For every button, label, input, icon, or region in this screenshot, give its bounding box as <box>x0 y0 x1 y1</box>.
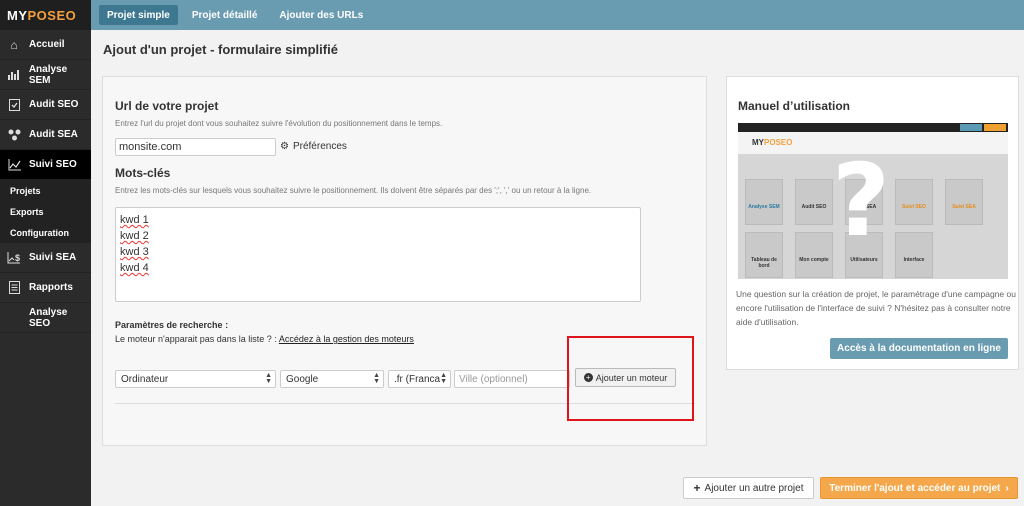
preview-card: Interface <box>895 232 933 278</box>
preview-card: Suivi SEA <box>945 179 983 225</box>
engine-select-value: Google <box>286 373 319 385</box>
sidebar-item-analyse-sem[interactable]: Analyse SEM <box>0 60 91 90</box>
select-arrows-icon: ▲ ▼ <box>440 372 447 385</box>
finish-and-open-project-button[interactable]: Terminer l'ajout et accéder au projet › <box>820 477 1018 499</box>
home-icon: ⌂ <box>10 37 18 52</box>
search-params-text: Le moteur n'apparait pas dans la liste ?… <box>115 334 414 344</box>
url-input-value: monsite.com <box>119 141 182 153</box>
select-arrows-icon: ▲ ▼ <box>373 372 380 385</box>
engine-missing-text: Le moteur n'apparait pas dans la liste ?… <box>115 334 277 344</box>
tab-projet-detaille[interactable]: Projet détaillé <box>184 5 266 25</box>
svg-text:$: $ <box>15 253 20 263</box>
keywords-hint: Entrez les mots-clés sur lesquels vous s… <box>115 186 592 195</box>
sidebar-item-analyse-seo[interactable]: Analyse SEO <box>0 303 91 333</box>
device-select[interactable]: Ordinateur ▲ ▼ <box>115 370 276 388</box>
preferences-link[interactable]: ⚙ Préférences <box>280 141 347 152</box>
highlight-box <box>567 336 694 421</box>
add-another-project-button[interactable]: + Ajouter un autre projet <box>683 477 814 499</box>
sidebar: MY POSEO ⌂ Accueil Analyse SEM Audit SEO … <box>0 0 91 506</box>
keyword-line: kwd 4 <box>120 260 636 276</box>
preferences-label: Préférences <box>292 141 347 152</box>
document-icon <box>6 281 22 295</box>
preview-logo-my: MY <box>752 138 764 147</box>
locale-select[interactable]: .fr (Franca ▲ ▼ <box>388 370 451 388</box>
bar-chart-icon <box>6 68 22 82</box>
clipboard-check-icon <box>6 98 22 112</box>
finish-label: Terminer l'ajout et accéder au projet <box>829 482 1001 494</box>
keyword-text: kwd 3 <box>120 246 149 258</box>
preview-logo: MYPOSEO <box>752 138 792 147</box>
keyword-text: kwd 2 <box>120 230 149 242</box>
logo-text-poseo: POSEO <box>27 7 77 23</box>
manage-engines-link[interactable]: Accédez à la gestion des moteurs <box>279 334 414 344</box>
add-another-project-label: Ajouter un autre projet <box>704 482 804 494</box>
keyword-line: kwd 2 <box>120 228 636 244</box>
city-input[interactable]: Ville (optionnel) <box>454 370 570 388</box>
url-hint: Entrez l'url du projet dont vous souhait… <box>115 119 443 128</box>
keyword-text: kwd 4 <box>120 262 149 274</box>
tab-projet-simple[interactable]: Projet simple <box>99 5 178 25</box>
keyword-text: kwd 1 <box>120 214 149 226</box>
preview-logo-poseo: POSEO <box>764 138 793 147</box>
preview-card: Mon compte <box>795 232 833 278</box>
keywords-section-title: Mots-clés <box>115 166 171 180</box>
preview-card: Analyse SEM <box>745 179 783 225</box>
chevron-right-icon: › <box>1005 482 1009 494</box>
sidebar-item-label: Analyse SEM <box>28 63 68 86</box>
sidebar-item-label: Suivi SEA <box>29 252 77 263</box>
engine-select[interactable]: Google ▲ ▼ <box>280 370 384 388</box>
molecule-icon <box>6 128 22 142</box>
user-manual-panel: Manuel d’utilisation MYPOSEO Analyse SEM… <box>726 76 1019 370</box>
device-select-value: Ordinateur <box>121 373 169 385</box>
sidebar-item-audit-sea[interactable]: Audit SEA <box>0 120 91 150</box>
sidebar-item-label: Rapports <box>29 282 73 293</box>
sidebar-subitem-projets[interactable]: Projets <box>0 180 91 201</box>
sidebar-item-label: Suivi SEO <box>29 159 77 170</box>
page-title: Ajout d'un projet - formulaire simplifié <box>103 42 338 57</box>
sidebar-item-rapports[interactable]: Rapports <box>0 273 91 303</box>
manual-description: Une question sur la création de projet, … <box>736 289 1016 327</box>
sidebar-subitem-configuration[interactable]: Configuration <box>0 222 91 243</box>
sidebar-item-label: Analyse SEO <box>29 306 68 329</box>
url-input[interactable]: monsite.com <box>115 138 276 156</box>
sidebar-item-suivi-seo[interactable]: Suivi SEO <box>0 150 91 180</box>
preview-card: Audit SEO <box>795 179 833 225</box>
trend-chart-icon <box>6 158 22 172</box>
gear-icon: ⚙ <box>280 141 289 152</box>
city-input-placeholder: Ville (optionnel) <box>459 373 528 385</box>
locale-select-value: .fr (Franca <box>394 373 441 385</box>
sidebar-subitem-exports[interactable]: Exports <box>0 201 91 222</box>
question-mark-icon: ? <box>832 142 891 259</box>
top-tab-bar: Projet simple Projet détaillé Ajouter de… <box>91 0 1024 30</box>
tab-ajouter-urls[interactable]: Ajouter des URLs <box>271 5 371 25</box>
sidebar-item-label: Accueil <box>29 39 65 50</box>
search-params-title: Paramètres de recherche : <box>115 320 229 330</box>
dollar-trend-icon: $ <box>6 251 22 265</box>
manual-title: Manuel d’utilisation <box>738 99 851 113</box>
keyword-line: kwd 3 <box>120 244 636 260</box>
keywords-textarea[interactable]: kwd 1 kwd 2 kwd 3 kwd 4 <box>115 207 641 302</box>
plus-icon: + <box>693 481 701 495</box>
online-docs-button[interactable]: Accès à la documentation en ligne <box>830 338 1008 359</box>
sidebar-item-audit-seo[interactable]: Audit SEO <box>0 90 91 120</box>
manual-preview-image[interactable]: MYPOSEO Analyse SEM Audit SEO Audit SEA … <box>738 123 1008 279</box>
select-arrows-icon: ▲ ▼ <box>265 372 272 385</box>
logo[interactable]: MY POSEO <box>0 0 91 30</box>
preview-card: Suivi SEO <box>895 179 933 225</box>
sidebar-item-accueil[interactable]: ⌂ Accueil <box>0 30 91 60</box>
sidebar-item-label: Audit SEO <box>29 99 79 110</box>
keyword-line: kwd 1 <box>120 212 636 228</box>
preview-topbar <box>738 123 1008 132</box>
preview-card: Tableau de bord <box>745 232 783 278</box>
sidebar-item-label: Audit SEA <box>29 129 78 140</box>
logo-text-my: MY <box>7 7 28 23</box>
sidebar-item-suivi-sea[interactable]: $ Suivi SEA <box>0 243 91 273</box>
url-section-title: Url de votre projet <box>115 99 219 113</box>
